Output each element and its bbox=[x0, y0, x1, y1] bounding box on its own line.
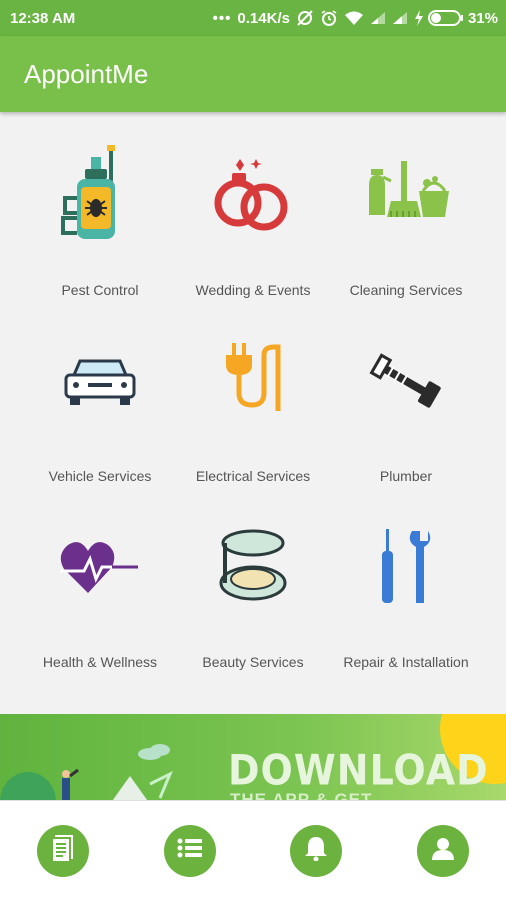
car-icon bbox=[45, 326, 155, 436]
nav-list-button[interactable] bbox=[163, 824, 216, 877]
screwdriver-wrench-icon bbox=[351, 512, 461, 622]
service-plumber[interactable]: Plumber bbox=[322, 326, 490, 496]
service-label: Cleaning Services bbox=[349, 282, 463, 298]
electric-plug-icon bbox=[198, 326, 308, 436]
battery-icon bbox=[427, 10, 464, 26]
cleaning-supplies-icon bbox=[351, 140, 461, 250]
service-repair-installation[interactable]: Repair & Installation bbox=[322, 512, 490, 682]
bottom-navigation bbox=[0, 800, 506, 900]
service-pest-control[interactable]: Pest Control bbox=[16, 140, 184, 310]
list-icon bbox=[177, 838, 203, 863]
alarm-icon bbox=[320, 9, 338, 27]
service-label: Electrical Services bbox=[195, 468, 311, 484]
banner-illustration bbox=[0, 744, 173, 804]
pest-sprayer-icon bbox=[45, 140, 155, 250]
wedding-rings-icon bbox=[198, 140, 308, 250]
service-label: Wedding & Events bbox=[195, 282, 311, 298]
service-health-wellness[interactable]: Health & Wellness bbox=[16, 512, 184, 682]
charging-icon bbox=[414, 10, 424, 26]
promo-banner[interactable]: DOWNLOAD THE APP & GET bbox=[0, 714, 506, 804]
nav-profile-button[interactable] bbox=[416, 824, 469, 877]
nav-notifications-button[interactable] bbox=[290, 824, 343, 877]
status-icons: ••• 0.14K/s 31% bbox=[213, 9, 498, 27]
app-title: AppointMe bbox=[24, 58, 149, 89]
service-label: Pest Control bbox=[61, 282, 139, 298]
wifi-icon bbox=[344, 10, 364, 26]
sync-off-icon bbox=[296, 9, 314, 27]
signal-1-icon bbox=[370, 11, 386, 25]
service-wedding-events[interactable]: Wedding & Events bbox=[169, 140, 337, 310]
more-dots-icon: ••• bbox=[212, 9, 232, 27]
heart-pulse-icon bbox=[45, 512, 155, 622]
service-cleaning-services[interactable]: Cleaning Services bbox=[322, 140, 490, 310]
service-label: Plumber bbox=[379, 468, 433, 484]
compact-powder-icon bbox=[198, 512, 308, 622]
battery-indicator: 31% bbox=[414, 10, 498, 27]
app-bar: AppointMe bbox=[0, 36, 506, 112]
bell-icon bbox=[304, 835, 328, 866]
status-time: 12:38 AM bbox=[10, 9, 76, 27]
status-bar: 12:38 AM ••• 0.14K/s 31% bbox=[0, 0, 506, 36]
banner-title: DOWNLOAD bbox=[228, 745, 489, 795]
service-beauty-services[interactable]: Beauty Services bbox=[169, 512, 337, 682]
service-label: Repair & Installation bbox=[343, 654, 469, 670]
service-label: Beauty Services bbox=[202, 654, 304, 670]
service-vehicle-services[interactable]: Vehicle Services bbox=[16, 326, 184, 496]
nav-documents-button[interactable] bbox=[37, 824, 90, 877]
network-speed: 0.14K/s bbox=[237, 9, 290, 27]
battery-percent: 31% bbox=[467, 9, 498, 27]
pipe-wrench-icon bbox=[351, 326, 461, 436]
document-icon bbox=[50, 834, 76, 867]
user-icon bbox=[431, 836, 455, 865]
service-label: Health & Wellness bbox=[42, 654, 158, 670]
service-electrical-services[interactable]: Electrical Services bbox=[169, 326, 337, 496]
service-label: Vehicle Services bbox=[48, 468, 152, 484]
signal-2-icon bbox=[392, 11, 408, 25]
